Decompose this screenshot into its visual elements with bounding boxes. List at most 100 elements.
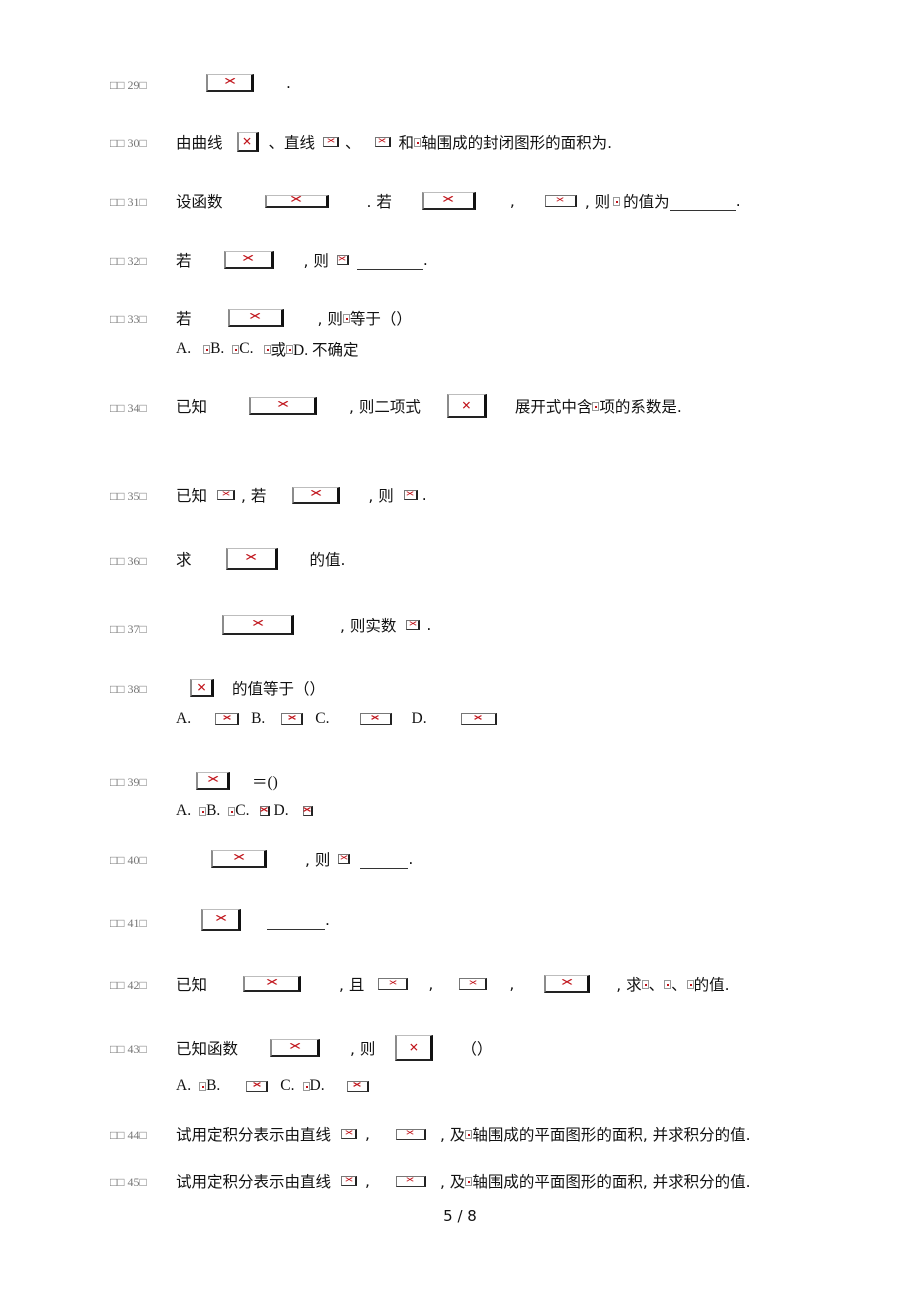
question-39: ＝() xyxy=(196,770,278,792)
question-text: 已知函数 xyxy=(176,1040,239,1058)
answer-blank[interactable] xyxy=(267,915,325,930)
broken-image-icon xyxy=(395,1128,426,1140)
broken-image-icon xyxy=(270,1039,321,1057)
question-41: . xyxy=(201,909,330,931)
question-text: 的值等于（） xyxy=(232,680,326,698)
question-text: 轴围成的平面图形的面积, 并求积分的值. xyxy=(472,1126,751,1144)
question-number: □□ 45□ xyxy=(110,1175,147,1189)
question-text: 已知 xyxy=(176,398,208,416)
broken-image-icon xyxy=(395,1035,434,1061)
question-number: □□ 30□ xyxy=(110,136,147,150)
broken-image-icon xyxy=(222,615,294,635)
question-number: □□ 39□ xyxy=(110,775,147,789)
question-38-options: A. B. C. D. xyxy=(176,710,497,728)
question-33: 若 , 则 等于（） xyxy=(176,307,412,329)
question-42: 已知 , 且 , , , 求 、 、 的值. xyxy=(176,973,730,995)
broken-image-icon xyxy=(281,713,304,725)
question-text: （） xyxy=(461,1040,493,1058)
broken-image-icon xyxy=(286,344,294,354)
option-label: A. xyxy=(176,802,192,819)
option-label: B. xyxy=(206,1077,221,1094)
broken-image-icon xyxy=(378,978,409,990)
broken-image-icon xyxy=(465,1176,473,1186)
broken-image-icon xyxy=(465,1129,473,1139)
broken-image-icon xyxy=(243,976,302,992)
question-text: . xyxy=(286,74,291,92)
question-text: , 则 xyxy=(303,252,329,270)
question-text: , 求 xyxy=(616,976,642,994)
question-text: 已知 xyxy=(176,976,208,994)
broken-image-icon xyxy=(223,251,274,269)
question-text: ＝() xyxy=(252,774,278,791)
broken-image-icon xyxy=(338,854,351,864)
question-text: , 则二项式 xyxy=(349,398,421,416)
question-number: □□ 31□ xyxy=(110,195,147,209)
question-text: , 则 xyxy=(305,851,331,869)
broken-image-icon xyxy=(374,137,391,147)
question-38: 的值等于（） xyxy=(190,677,325,699)
broken-image-icon xyxy=(203,344,211,354)
question-text: 和 xyxy=(398,134,415,152)
option-label: A. xyxy=(176,710,192,727)
question-number: □□ 29□ xyxy=(110,78,147,92)
broken-image-icon xyxy=(459,978,488,990)
broken-image-icon xyxy=(395,1175,426,1187)
broken-image-icon xyxy=(228,806,236,816)
question-34: 已知 , 则二项式 展开式中含 项的系数是. xyxy=(176,394,682,418)
question-text: 轴围成的平面图形的面积, 并求积分的值. xyxy=(472,1173,751,1191)
question-40: , 则 . xyxy=(211,848,413,870)
question-number: □□ 40□ xyxy=(110,853,147,867)
broken-image-icon xyxy=(190,679,214,697)
option-label: C. xyxy=(239,340,254,357)
question-number: □□ 43□ xyxy=(110,1042,147,1056)
broken-image-icon xyxy=(613,196,621,206)
question-30: 由曲线 、直线 、 和 轴围成的封闭图形的面积为. xyxy=(176,131,612,153)
broken-image-icon xyxy=(206,74,254,92)
broken-image-icon xyxy=(215,713,240,725)
broken-image-icon xyxy=(406,620,421,630)
question-number: □□ 38□ xyxy=(110,682,147,696)
question-text: , 则实数 xyxy=(340,617,397,635)
question-text: , 及 xyxy=(439,1173,466,1191)
question-number: □□ 42□ xyxy=(110,978,147,992)
broken-image-icon xyxy=(196,772,230,790)
question-44: 试用定积分表示由直线 , , 及 轴围成的平面图形的面积, 并求积分的值. xyxy=(176,1123,751,1145)
question-number: □□ 32□ xyxy=(110,254,147,268)
broken-image-icon xyxy=(302,1081,310,1091)
option-label: D. 不确定 xyxy=(293,342,359,359)
question-text: , xyxy=(428,975,434,993)
question-text: 若 xyxy=(176,310,192,328)
broken-image-icon xyxy=(302,806,313,816)
option-label: B. xyxy=(210,340,225,357)
answer-blank[interactable] xyxy=(669,196,736,211)
question-text: 的值为 xyxy=(623,193,670,211)
question-text: , xyxy=(365,1172,370,1190)
question-text: 由曲线 xyxy=(176,134,223,152)
answer-blank[interactable] xyxy=(356,255,423,270)
question-text: 的值. xyxy=(309,551,346,569)
broken-image-icon xyxy=(323,137,340,147)
question-text: . xyxy=(735,192,741,210)
broken-image-icon xyxy=(341,1176,358,1186)
question-43: 已知函数 , 则 （） xyxy=(176,1035,492,1061)
question-text: 求 xyxy=(176,551,192,569)
broken-image-icon xyxy=(414,137,422,147)
answer-blank[interactable] xyxy=(360,854,409,869)
option-label: B. xyxy=(251,710,266,727)
broken-image-icon xyxy=(641,979,649,989)
option-label: D. xyxy=(411,710,427,727)
broken-image-icon xyxy=(249,397,318,415)
question-text: 项的系数是. xyxy=(599,398,682,416)
question-33-options: A. B. C. 或 D. 不确定 xyxy=(176,338,358,360)
broken-image-icon xyxy=(236,132,259,152)
question-text: , 则 xyxy=(317,310,343,328)
broken-image-icon xyxy=(292,486,341,504)
broken-image-icon xyxy=(263,344,271,354)
question-number: □□ 37□ xyxy=(110,622,147,636)
question-text: . xyxy=(408,850,414,868)
broken-image-icon xyxy=(336,255,349,265)
broken-image-icon xyxy=(544,195,577,207)
question-text: , 则 xyxy=(368,487,394,505)
question-text: 、直线 xyxy=(268,134,316,152)
broken-image-icon xyxy=(199,1081,207,1091)
